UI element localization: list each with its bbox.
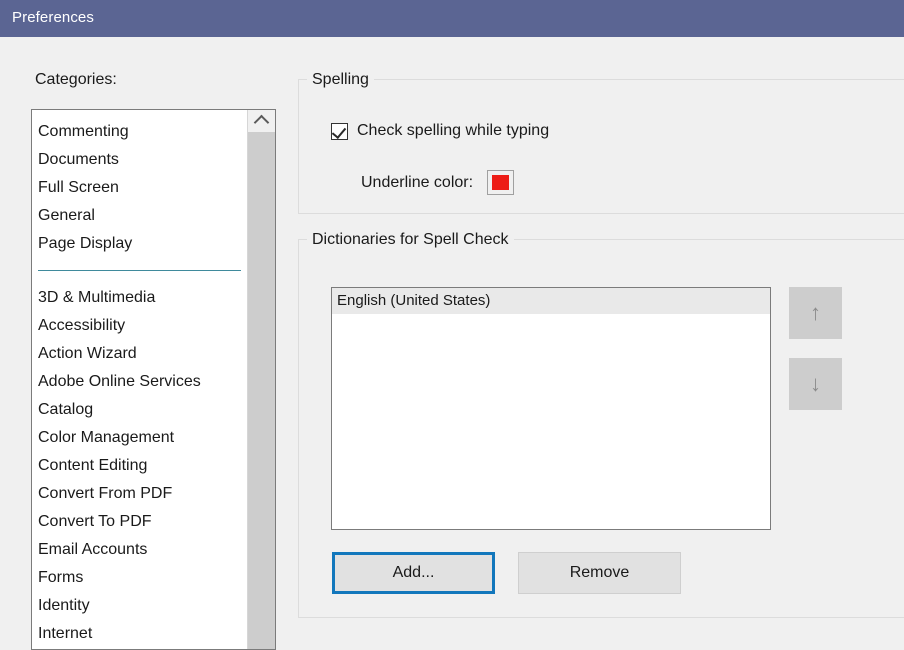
arrow-up-icon: ↑ [810, 300, 821, 325]
category-item[interactable]: Commenting [32, 118, 247, 146]
spelling-group: Spelling Check spelling while typing Und… [298, 69, 904, 214]
underline-color-row: Underline color: [361, 170, 515, 195]
categories-list[interactable]: Commenting Documents Full Screen General Pag… [32, 110, 247, 649]
categories-label: Categories: [35, 71, 117, 88]
category-item[interactable]: Color Management [32, 424, 247, 452]
categories-listbox[interactable]: Commenting Documents Full Screen General Pag… [31, 109, 276, 650]
category-item[interactable]: General [32, 202, 247, 230]
dictionaries-listbox[interactable]: English (United States) [331, 287, 771, 530]
move-down-button[interactable]: ↓ [789, 358, 842, 410]
category-item[interactable]: Identity [32, 592, 247, 620]
category-item[interactable]: Forms [32, 564, 247, 592]
title-bar: Preferences [0, 0, 904, 37]
category-item[interactable]: Content Editing [32, 452, 247, 480]
remove-button[interactable]: Remove [518, 552, 681, 594]
dictionaries-list[interactable]: English (United States) [332, 288, 770, 314]
category-item[interactable]: Adobe Online Services [32, 368, 247, 396]
check-spelling-checkbox[interactable] [331, 122, 348, 140]
separator-line [38, 270, 241, 271]
category-item[interactable]: Email Accounts [32, 536, 247, 564]
check-spelling-label: Check spelling while typing [357, 122, 550, 139]
spelling-group-title: Spelling [307, 69, 374, 91]
underline-color-swatch[interactable] [487, 170, 515, 195]
categories-separator [32, 258, 247, 284]
scrollbar-thumb[interactable] [248, 132, 275, 649]
category-item[interactable]: Page Display [32, 230, 247, 258]
color-swatch-fill [492, 175, 510, 190]
category-item[interactable]: Catalog [32, 396, 247, 424]
underline-color-label: Underline color: [361, 173, 474, 191]
dictionaries-group-title: Dictionaries for Spell Check [307, 229, 514, 251]
chevron-up-icon [253, 114, 270, 131]
add-button-label: Add... [392, 564, 435, 581]
dictionaries-group: Dictionaries for Spell Check English (Un… [298, 229, 904, 618]
category-item[interactable]: Internet [32, 620, 247, 648]
add-button[interactable]: Add... [332, 552, 495, 594]
arrow-down-icon: ↓ [810, 371, 821, 396]
scroll-up-button[interactable] [248, 110, 275, 132]
category-item[interactable]: Convert To PDF [32, 508, 247, 536]
category-item[interactable]: Full Screen [32, 174, 247, 202]
check-spelling-row[interactable]: Check spelling while typing [331, 120, 549, 142]
dictionary-item[interactable]: English (United States) [332, 288, 770, 314]
window-title: Preferences [12, 9, 94, 26]
remove-button-label: Remove [569, 564, 630, 581]
categories-scrollbar[interactable] [247, 110, 275, 649]
category-item[interactable]: Documents [32, 146, 247, 174]
category-item[interactable]: 3D & Multimedia [32, 284, 247, 312]
checkmark-icon [331, 123, 347, 139]
move-up-button[interactable]: ↑ [789, 287, 842, 339]
category-item[interactable]: Accessibility [32, 312, 247, 340]
category-item[interactable]: Action Wizard [32, 340, 247, 368]
category-item[interactable]: Convert From PDF [32, 480, 247, 508]
preferences-dialog: Preferences Categories: Commenting Docume… [0, 0, 904, 650]
